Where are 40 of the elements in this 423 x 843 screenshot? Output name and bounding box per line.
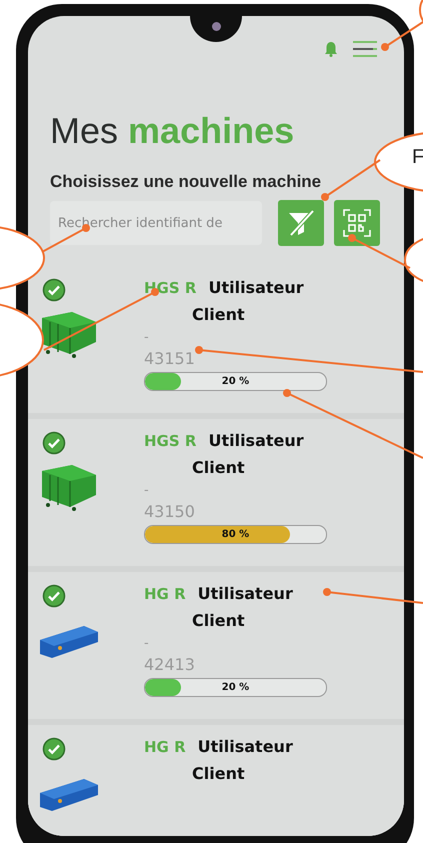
client-label: Client [192, 305, 245, 324]
check-circle-icon [42, 431, 66, 455]
machine-model: HGS R [144, 432, 196, 450]
machine-id: 43150 [144, 502, 195, 521]
search-field[interactable]: Rechercher identifiant de [50, 201, 262, 245]
leader-line [321, 159, 381, 201]
machine-card[interactable]: HG R Utilisateur Client [28, 725, 404, 836]
check-circle-icon [42, 278, 66, 302]
machine-model: HG R [144, 585, 186, 603]
check-circle-icon [42, 737, 66, 761]
progress-label: 20 % [222, 682, 250, 693]
page-title: Mes machines [50, 110, 296, 152]
dash-text: - [144, 483, 149, 498]
machine-card[interactable]: HGS R Utilisateur Client - 43150 80 % [28, 419, 404, 566]
machine-card[interactable]: HG R Utilisateur Client - 42413 20 % [28, 572, 404, 719]
user-label: Utilisateur [208, 278, 304, 297]
section-heading: Choisissez une nouvelle machine [50, 172, 322, 192]
machine-model: HG R [144, 738, 186, 756]
bell-icon[interactable] [324, 41, 338, 57]
qr-code-icon [342, 208, 372, 238]
check-circle-icon [42, 584, 66, 608]
camera-icon [212, 22, 221, 31]
qr-scan-button[interactable] [334, 200, 380, 246]
leader-line [348, 234, 410, 269]
user-label: Utilisateur [208, 431, 304, 450]
client-label: Client [192, 611, 245, 630]
dash-text: - [144, 330, 149, 345]
filter-off-icon [286, 208, 316, 238]
filter-button[interactable] [278, 200, 324, 246]
menu-icon[interactable] [352, 40, 378, 58]
dash-text: - [144, 636, 149, 651]
progress-label: 20 % [222, 376, 250, 387]
leader-line [381, 21, 423, 51]
machine-id: 43151 [144, 349, 195, 368]
client-label: Client [192, 764, 245, 783]
progress-label: 80 % [222, 529, 250, 540]
machine-id: 42413 [144, 655, 195, 674]
user-label: Utilisateur [198, 737, 293, 756]
client-label: Client [192, 458, 245, 477]
user-label: Utilisateur [198, 584, 293, 603]
